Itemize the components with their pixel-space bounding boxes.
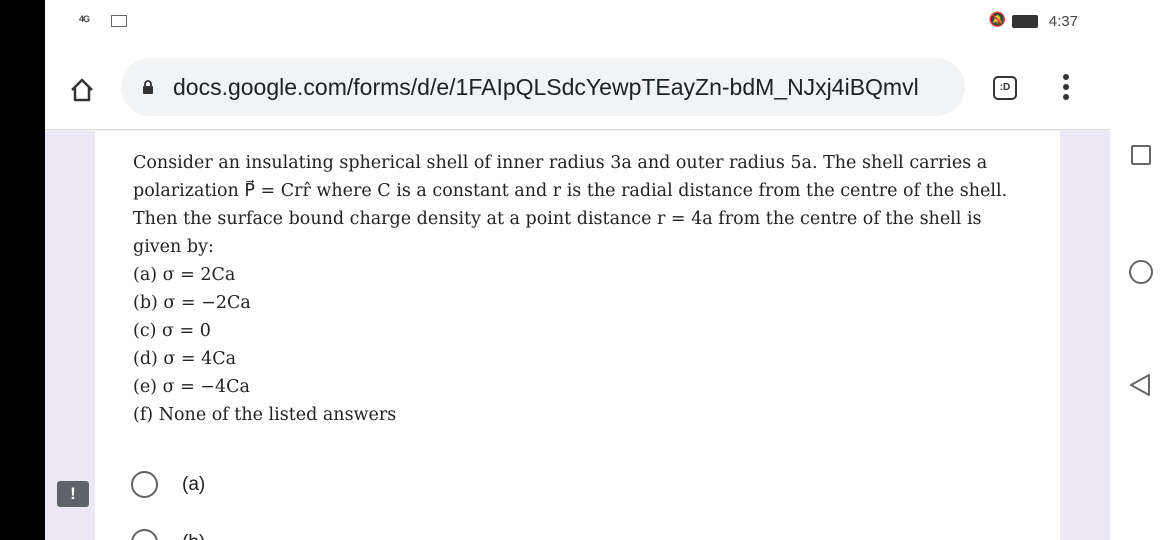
option-e: (e) σ = −4Ca xyxy=(133,377,250,397)
clock: 4:37 xyxy=(1048,13,1078,30)
choice-label: (b) xyxy=(182,532,205,540)
browser-toolbar: docs.google.com/forms/d/e/1FAIpQLSdcYewp… xyxy=(45,44,1110,130)
signal-icon: 4G xyxy=(79,14,90,24)
android-nav-bar xyxy=(1110,0,1170,540)
tab-switcher-button[interactable]: :D xyxy=(993,76,1017,100)
choice-label: (a) xyxy=(182,473,206,495)
feedback-icon[interactable]: ! xyxy=(57,481,89,507)
more-menu-icon[interactable] xyxy=(1063,74,1069,104)
url-text[interactable]: docs.google.com/forms/d/e/1FAIpQLSdcYewp… xyxy=(173,74,953,101)
status-bar: 4G 🔕 4:37 xyxy=(45,0,1110,44)
option-f: (f) None of the listed answers xyxy=(133,405,397,425)
radio-button[interactable] xyxy=(131,471,158,498)
option-b: (b) σ = −2Ca xyxy=(133,293,251,313)
form-page: Consider an insulating spherical shell o… xyxy=(45,131,1110,540)
home-button[interactable] xyxy=(1129,260,1153,284)
option-a: (a) σ = 2Ca xyxy=(133,265,236,285)
recents-button[interactable] xyxy=(1131,145,1151,165)
question-text: Consider an insulating spherical shell o… xyxy=(133,149,1033,429)
question-card: Consider an insulating spherical shell o… xyxy=(95,131,1060,540)
battery-icon xyxy=(1012,15,1038,28)
radio-button[interactable] xyxy=(131,529,158,540)
option-d: (d) σ = 4Ca xyxy=(133,349,237,369)
choice-a[interactable]: (a) xyxy=(131,471,205,498)
choice-b[interactable]: (b) xyxy=(131,529,205,540)
address-bar[interactable]: docs.google.com/forms/d/e/1FAIpQLSdcYewp… xyxy=(121,58,965,116)
question-stem: Consider an insulating spherical shell o… xyxy=(133,153,1008,257)
lock-icon xyxy=(143,80,153,94)
option-c: (c) σ = 0 xyxy=(133,321,211,341)
back-button[interactable] xyxy=(1127,372,1153,398)
home-icon[interactable] xyxy=(69,77,95,103)
mute-icon: 🔕 xyxy=(988,11,1006,27)
phone-screen: 4G 🔕 4:37 docs.google.com/forms/d/e/1FAI… xyxy=(45,0,1110,540)
image-icon xyxy=(111,15,127,27)
